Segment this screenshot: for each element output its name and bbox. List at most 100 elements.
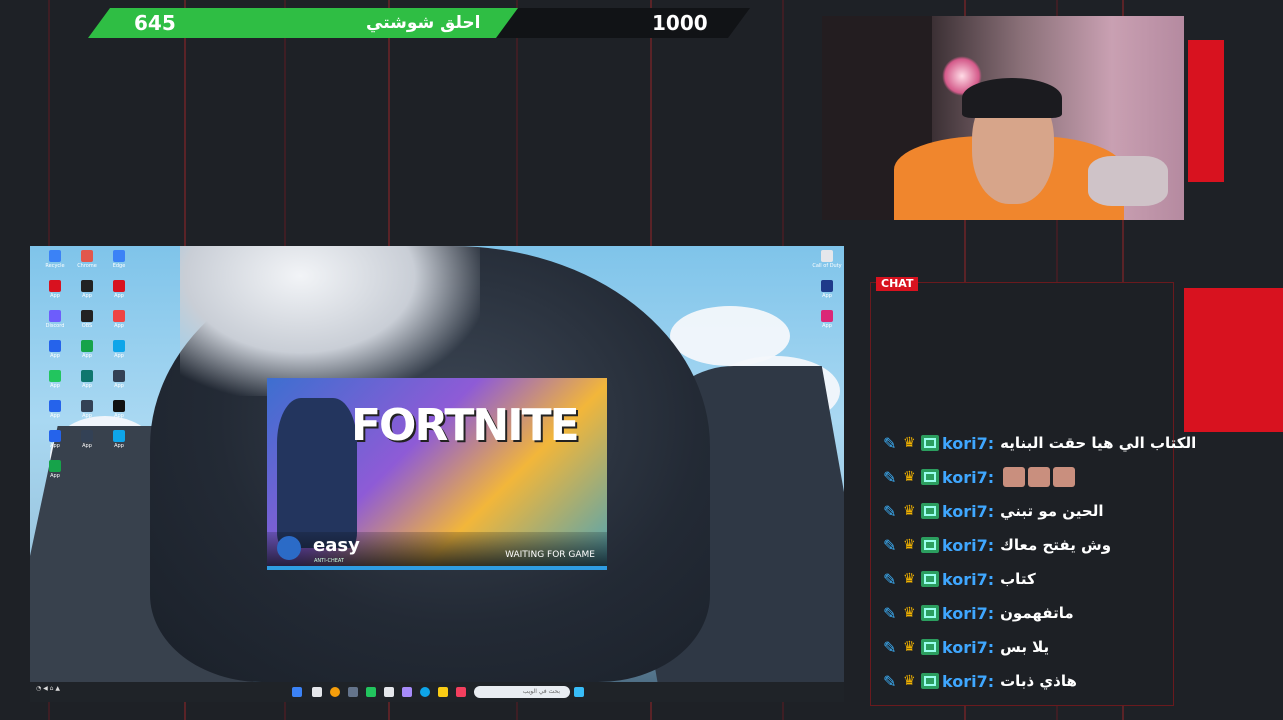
- start-icon[interactable]: [292, 687, 302, 697]
- chat-message: ✎ ♛ kori7: يلا بس: [883, 634, 1049, 660]
- accent-block: [1188, 40, 1224, 182]
- launcher-status: WAITING FOR GAME: [505, 550, 595, 560]
- fortnite-launcher-window: FORTNITE easy ANTI-CHEAT WAITING FOR GAM…: [267, 378, 607, 570]
- desktop-icon[interactable]: App: [40, 340, 70, 359]
- accent-block: [1184, 288, 1283, 432]
- chat-username[interactable]: kori7:: [942, 468, 994, 487]
- chrome-icon[interactable]: [330, 687, 340, 697]
- chat-username[interactable]: kori7:: [942, 638, 994, 657]
- pencil-badge-icon: ✎: [883, 467, 897, 487]
- chat-text: وش يفتح معاك: [1000, 536, 1112, 554]
- launcher-character-art: [277, 398, 357, 548]
- desktop-icon[interactable]: OBS: [72, 310, 102, 329]
- chat-text: الحين مو تبني: [1000, 502, 1104, 520]
- crown-badge-icon: ♛: [903, 537, 916, 553]
- taskbar: ◔ ◀ ⌂ ▲ بحث في الويب: [30, 682, 844, 702]
- crown-badge-icon: ♛: [903, 571, 916, 587]
- anticheat-brand: easy: [313, 535, 360, 556]
- desktop-icon[interactable]: App: [104, 310, 134, 329]
- pencil-badge-icon: ✎: [883, 671, 897, 691]
- edge-icon[interactable]: [420, 687, 430, 697]
- pencil-badge-icon: ✎: [883, 501, 897, 521]
- chat-message: ✎ ♛ kori7: هاذي ذبات: [883, 668, 1077, 694]
- chat-message: ✎ ♛ kori7: الحين مو تبني: [883, 498, 1104, 524]
- crown-badge-icon: ♛: [903, 673, 916, 689]
- taskbar-app-icon[interactable]: [348, 687, 358, 697]
- goal-current: 645: [134, 11, 176, 35]
- emote-icon: [1003, 467, 1026, 487]
- desktop-icon[interactable]: App: [40, 400, 70, 419]
- desktop-icon[interactable]: Call of Duty: [812, 250, 842, 269]
- chat-username[interactable]: kori7:: [942, 434, 994, 453]
- desktop-icon[interactable]: App: [72, 370, 102, 389]
- chat-text: يلا بس: [1000, 638, 1050, 656]
- pencil-badge-icon: ✎: [883, 433, 897, 453]
- desktop-icon[interactable]: App: [104, 370, 134, 389]
- windows-icon[interactable]: [574, 687, 584, 697]
- desktop-icon[interactable]: App: [72, 400, 102, 419]
- taskbar-app-icon[interactable]: [366, 687, 376, 697]
- crown-badge-icon: ♛: [903, 639, 916, 655]
- desktop-icon[interactable]: Edge: [104, 250, 134, 269]
- sub-badge-icon: [921, 537, 939, 553]
- chat-text: هاذي ذبات: [1000, 672, 1077, 690]
- launcher-title: FORTNITE: [351, 400, 580, 451]
- emote-icon: [1053, 467, 1076, 487]
- anticheat-sub: ANTI-CHEAT: [314, 558, 344, 564]
- desktop-icon[interactable]: App: [104, 340, 134, 359]
- goal-title: احلق شوشتي: [366, 13, 481, 33]
- chat-username[interactable]: kori7:: [942, 570, 994, 589]
- taskbar-app-icon[interactable]: [456, 687, 466, 697]
- screen-capture: Recycle Chrome Edge App App App Discord …: [30, 246, 844, 682]
- sub-badge-icon: [921, 605, 939, 621]
- desktop-icon[interactable]: Chrome: [72, 250, 102, 269]
- easy-anticheat-logo-icon: [277, 536, 301, 560]
- system-tray[interactable]: ◔ ◀ ⌂ ▲: [36, 686, 60, 692]
- desktop-icon[interactable]: Discord: [40, 310, 70, 329]
- crown-badge-icon: ♛: [903, 605, 916, 621]
- sub-badge-icon: [921, 639, 939, 655]
- desktop-icon[interactable]: App: [812, 280, 842, 299]
- desktop-icon[interactable]: App: [40, 280, 70, 299]
- chat-username[interactable]: kori7:: [942, 536, 994, 555]
- chat-message: ✎ ♛ kori7: كتاب: [883, 566, 1036, 592]
- desktop-icon[interactable]: App: [72, 340, 102, 359]
- desktop-icon[interactable]: App: [812, 310, 842, 329]
- chat-text: الكتاب الي هيا حقت البنايه: [1000, 434, 1197, 452]
- pencil-badge-icon: ✎: [883, 569, 897, 589]
- taskbar-app-icon[interactable]: [402, 687, 412, 697]
- sub-badge-icon: [921, 571, 939, 587]
- chat-message: ✎ ♛ kori7: وش يفتح معاك: [883, 532, 1111, 558]
- chat-message: ✎ ♛ kori7: ماتفهمون: [883, 600, 1074, 626]
- folder-icon[interactable]: [438, 687, 448, 697]
- headset-icon: [962, 78, 1062, 118]
- chat-text: كتاب: [1000, 570, 1036, 588]
- taskbar-app-icon[interactable]: [312, 687, 322, 697]
- chat-tag: CHAT: [876, 277, 919, 291]
- chat-message: ✎ ♛ kori7: الكتاب الي هيا حقت البنايه: [883, 430, 1196, 456]
- desktop-icon[interactable]: App: [40, 370, 70, 389]
- chat-username[interactable]: kori7:: [942, 672, 994, 691]
- webcam-feed: [822, 16, 1184, 220]
- desktop-icon[interactable]: App: [104, 430, 134, 449]
- wallpaper-hair: [180, 246, 480, 396]
- desktop-icon[interactable]: App: [104, 400, 134, 419]
- sub-badge-icon: [921, 673, 939, 689]
- chat-username[interactable]: kori7:: [942, 502, 994, 521]
- taskbar-app-icon[interactable]: [384, 687, 394, 697]
- desktop-icon[interactable]: App: [104, 280, 134, 299]
- chat-text: ماتفهمون: [1000, 604, 1074, 622]
- desktop-icon[interactable]: App: [40, 430, 70, 449]
- taskbar-search-input[interactable]: بحث في الويب: [474, 686, 570, 698]
- desktop-icon[interactable]: Recycle: [40, 250, 70, 269]
- desktop-icon[interactable]: App: [72, 430, 102, 449]
- desktop-icon[interactable]: App: [72, 280, 102, 299]
- chat-username[interactable]: kori7:: [942, 604, 994, 623]
- pencil-badge-icon: ✎: [883, 637, 897, 657]
- sub-badge-icon: [921, 469, 939, 485]
- goal-target: 1000: [652, 11, 708, 35]
- emote-icon: [1028, 467, 1051, 487]
- chat-message: ✎ ♛ kori7:: [883, 464, 1076, 490]
- desktop-icon[interactable]: App: [40, 460, 70, 479]
- sub-badge-icon: [921, 503, 939, 519]
